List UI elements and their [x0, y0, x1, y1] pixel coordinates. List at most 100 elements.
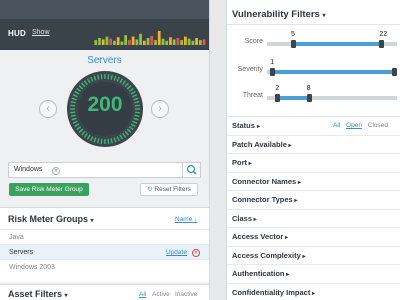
hud-show-link[interactable]: Show: [32, 29, 50, 36]
filter-port[interactable]: Port ▸: [227, 154, 400, 173]
vulnerability-filters-label: Vulnerability Filters: [232, 9, 320, 20]
save-risk-meter-group-button[interactable]: Save Risk Meter Group: [9, 183, 89, 196]
sort-arrow-icon: ↓: [194, 216, 198, 223]
filter-patch-available[interactable]: Patch Available ▸: [227, 136, 400, 154]
refresh-icon: ↻: [147, 186, 153, 193]
update-group-link[interactable]: Update: [166, 245, 187, 260]
search-tag: Windows: [14, 166, 43, 173]
filter-connector-types[interactable]: Connector Types ▸: [227, 191, 400, 210]
slider-range-fill: [272, 70, 397, 74]
gauge-tick: [100, 74, 103, 80]
sparkline-bar: [150, 35, 154, 45]
slider-handle-high[interactable]: [379, 40, 385, 48]
status-tab-open[interactable]: Open: [346, 122, 362, 129]
asset-tab-active[interactable]: Active: [152, 291, 170, 298]
status-tabs: All Open Closed: [333, 117, 392, 135]
next-arrow-button[interactable]: ›: [151, 100, 169, 118]
asset-filters-card: Asset Filters ▾ All Active Inactive: [0, 284, 209, 300]
previous-arrow-button[interactable]: ‹: [39, 100, 57, 118]
vulnerability-filters-panel: Vulnerability Filters ▾ Score 5 22 Severity…: [227, 0, 400, 300]
filter-label: Access Complexity: [232, 250, 301, 260]
risk-meter-group-item-selected[interactable]: Servers Update ✕: [0, 244, 209, 259]
filter-access-complexity[interactable]: Access Complexity ▸: [227, 247, 400, 265]
filter-label: Class: [232, 213, 253, 223]
caret-right-icon: ▸: [296, 179, 301, 186]
slider-range-fill: [277, 96, 309, 100]
risk-meter-groups-title[interactable]: Risk Meter Groups ▾: [8, 214, 94, 224]
slider-handle-low[interactable]: [275, 94, 281, 102]
reset-filters-label: Reset Filters: [154, 186, 191, 193]
sparkline-bar: [154, 40, 157, 45]
caret-right-icon: ▸: [257, 124, 261, 130]
status-tab-all[interactable]: All: [333, 122, 340, 129]
sparkline-bar: [131, 36, 135, 45]
filter-label: Connector Names: [232, 176, 297, 186]
caret-right-icon: ▸: [292, 198, 298, 204]
slider-handle-high[interactable]: [392, 68, 397, 76]
sparkline-bar: [184, 36, 187, 45]
sparkline-bar: [113, 40, 116, 45]
sparkline-bar: [105, 36, 109, 45]
slider-range-fill: [293, 42, 382, 46]
sort-by-name-link[interactable]: Name ↓: [175, 216, 197, 223]
sparkline-bar: [124, 35, 127, 45]
filter-list: Status ▸ All Open Closed Patch Available…: [227, 116, 400, 300]
sort-label: Name: [175, 216, 193, 223]
slider-handle-low[interactable]: [291, 40, 296, 48]
caret-right-icon: ▸: [286, 142, 292, 149]
sparkline-bar: [165, 40, 169, 45]
asset-tab-inactive[interactable]: Inactive: [175, 291, 197, 298]
slider-value-low: 5: [291, 31, 295, 38]
risk-meter-group-item[interactable]: Java: [0, 229, 209, 244]
sparkline-bar: [198, 40, 202, 45]
remove-tag-icon[interactable]: ✕: [52, 167, 60, 175]
sparkline-bar: [172, 39, 176, 45]
slider-value-high: 8: [306, 85, 311, 92]
filter-status[interactable]: Status ▸ All Open Closed: [227, 117, 400, 136]
slider-label-threat: Threat: [242, 92, 263, 99]
caret-right-icon: ▸: [283, 235, 288, 241]
group-label: Servers: [9, 249, 34, 256]
sparkline-bar: [98, 38, 101, 45]
sparkline-bar: [128, 40, 131, 45]
left-panel: HUD Show Servers ‹ › 200 Windows ✕ Save …: [0, 0, 209, 300]
sparkline-bar: [116, 37, 120, 45]
reset-filters-button[interactable]: ↻ Reset Filters: [140, 183, 198, 196]
sparkline-bar: [146, 38, 150, 45]
status-tab-closed[interactable]: Closed: [368, 122, 388, 129]
filter-class[interactable]: Class ▸: [227, 210, 400, 228]
sparkline-bar: [120, 41, 124, 45]
gauge-value: 200: [87, 93, 123, 116]
slider-label-severity: Severity: [237, 66, 263, 73]
search-button[interactable]: [182, 163, 200, 177]
slider-handle-high[interactable]: [306, 94, 312, 102]
vulnerability-filters-title[interactable]: Vulnerability Filters ▾: [232, 9, 325, 20]
sparkline-bar: [169, 37, 172, 45]
sparkline-bar: [187, 38, 191, 45]
gauge-tick: [107, 138, 110, 144]
filter-connector-names[interactable]: Connector Names ▸: [227, 173, 400, 191]
delete-group-icon[interactable]: ✕: [192, 249, 200, 257]
slider-label-score: Score: [244, 38, 263, 45]
risk-meter-group-item[interactable]: Windows 2003: [0, 259, 209, 274]
filter-access-vector[interactable]: Access Vector ▸: [227, 228, 400, 247]
asset-tab-all[interactable]: All: [139, 291, 146, 298]
caret-down-icon: ▾: [322, 13, 326, 19]
sparkline-bar: [94, 40, 98, 45]
servers-title: Servers: [87, 55, 122, 66]
gauge-tick: [107, 74, 110, 80]
slider-handle-low[interactable]: [270, 68, 276, 76]
sparkline-bar: [176, 38, 180, 45]
asset-filters-title[interactable]: Asset Filters ▾: [8, 289, 68, 299]
hud-title: HUD: [8, 29, 26, 38]
sparkline-bar: [180, 40, 183, 45]
filter-label: Access Vector: [232, 232, 284, 241]
slider-value-low: 1: [270, 59, 275, 66]
filter-confidentiality-impact[interactable]: Confidentiality Impact ▸: [227, 284, 400, 300]
asset-filters-label: Asset Filters: [8, 289, 63, 299]
filter-label: Authentication: [232, 269, 285, 278]
filter-authentication[interactable]: Authentication ▸: [227, 265, 400, 284]
search-input[interactable]: Windows ✕: [8, 162, 201, 178]
panel-divider: [209, 0, 227, 300]
sparkline-bar: [195, 38, 198, 45]
